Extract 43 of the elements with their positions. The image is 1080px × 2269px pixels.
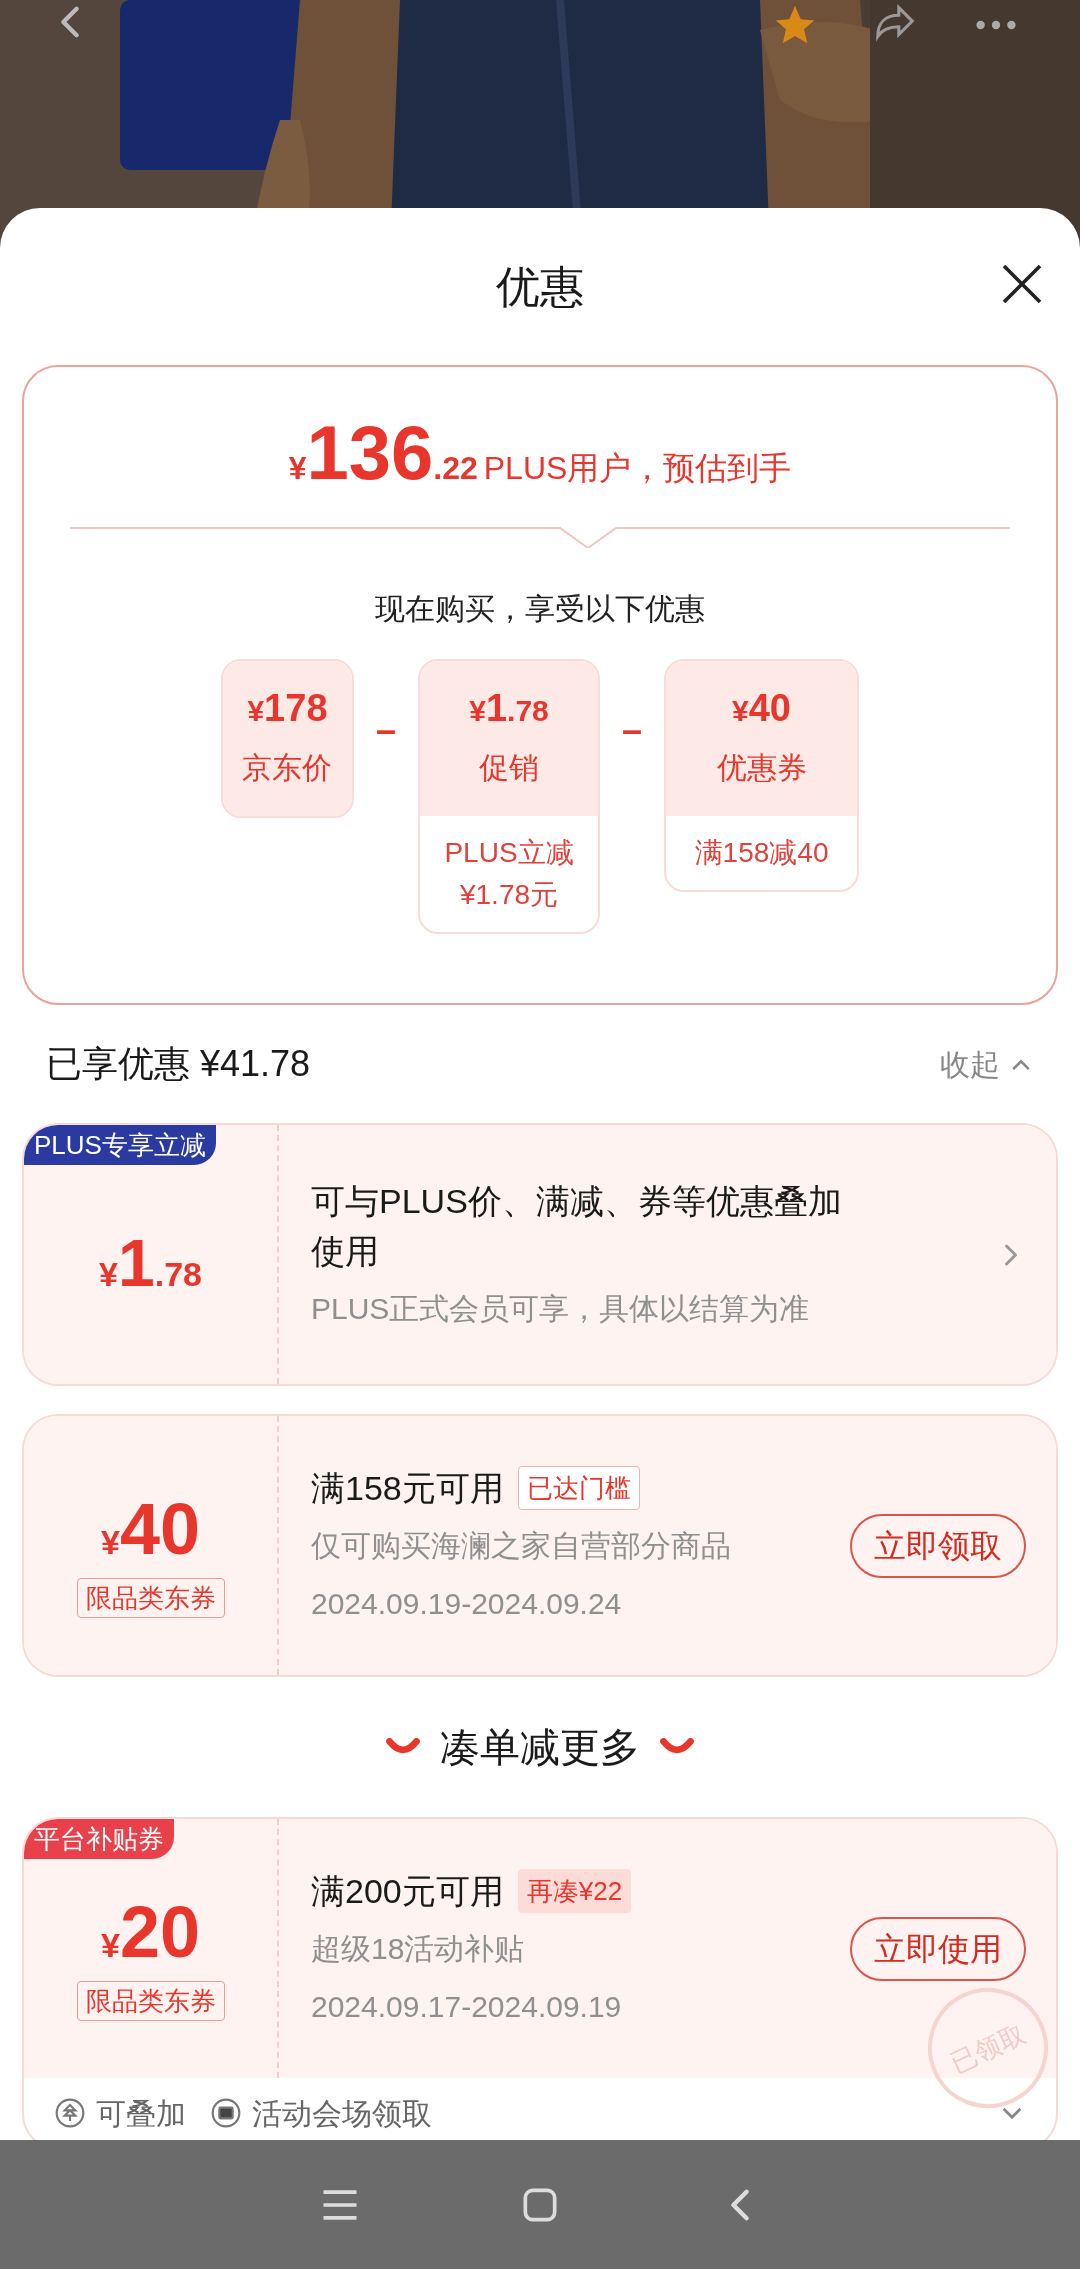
smile-arc-icon xyxy=(386,1738,420,1756)
breakdown-detail: ¥1.78元 xyxy=(459,878,559,912)
feature-label: 可叠加 xyxy=(96,2095,186,2132)
coupon-amount: ¥40 xyxy=(101,1493,200,1568)
stack-icon xyxy=(54,2097,86,2129)
minus-sign: – xyxy=(375,708,396,752)
breakdown-amount: ¥40 xyxy=(732,687,791,731)
coupon-description: 超级18活动补贴 xyxy=(311,1930,526,1967)
coupon-title: 可与PLUS价、满减、券等优惠叠加使用 xyxy=(311,1180,843,1272)
threshold-badge: 再凑¥22 xyxy=(517,1868,632,1913)
coupon-dates: 2024.09.17-2024.09.19 xyxy=(311,1988,623,2025)
coupon-dates: 2024.09.19-2024.09.24 xyxy=(311,1585,623,1622)
coupon-tag: 平台补贴券 xyxy=(24,1819,174,1859)
coupon-tag: PLUS专享立减 xyxy=(24,1125,216,1165)
claim-button[interactable]: 立即使用 xyxy=(850,1916,1026,1981)
coupon-type-label: 限品类东券 xyxy=(76,1578,225,1618)
coupon-title: 满158元可用 xyxy=(311,1467,504,1509)
breakdown-amount: ¥1.78 xyxy=(469,687,549,731)
breakdown-label: 优惠券 xyxy=(716,749,807,786)
breakdown-amount: ¥178 xyxy=(247,687,328,731)
smile-arc-icon xyxy=(660,1738,694,1756)
coupon-description: 仅可购买海澜之家自营部分商品 xyxy=(311,1527,732,1564)
coupon-description: PLUS正式会员可享，具体以结算为准 xyxy=(311,1290,811,1327)
claim-button[interactable]: 立即领取 xyxy=(850,1513,1026,1578)
breakdown-detail: 满158减40 xyxy=(694,836,829,870)
threshold-badge: 已达门槛 xyxy=(517,1465,640,1510)
estimated-price: ¥136.22 xyxy=(288,415,478,492)
breakdown-heading: 现在购买，享受以下优惠 xyxy=(375,591,705,627)
coupon-type-label: 限品类东券 xyxy=(76,1981,225,2021)
feature-label: 活动会场领取 xyxy=(252,2095,432,2132)
ticket-icon xyxy=(210,2097,242,2129)
minus-sign: – xyxy=(622,708,643,752)
breakdown-detail: PLUS立减 xyxy=(444,836,574,870)
estimate-label: PLUS用户，预估到手 xyxy=(483,449,792,488)
sheet-title: 优惠 xyxy=(496,260,584,313)
coupon-amount: ¥20 xyxy=(101,1896,200,1971)
breakdown-label: 京东价 xyxy=(242,749,333,786)
coupon-title: 满200元可用 xyxy=(311,1870,504,1912)
savings-total: 已享优惠 ¥41.78 xyxy=(46,1042,311,1086)
collapse-toggle[interactable]: 收起 xyxy=(940,1041,1034,1087)
discount-amount: ¥1.78 xyxy=(99,1229,202,1300)
section-heading: 凑单减更多 xyxy=(440,1724,640,1771)
breakdown-label: 促销 xyxy=(479,749,539,786)
